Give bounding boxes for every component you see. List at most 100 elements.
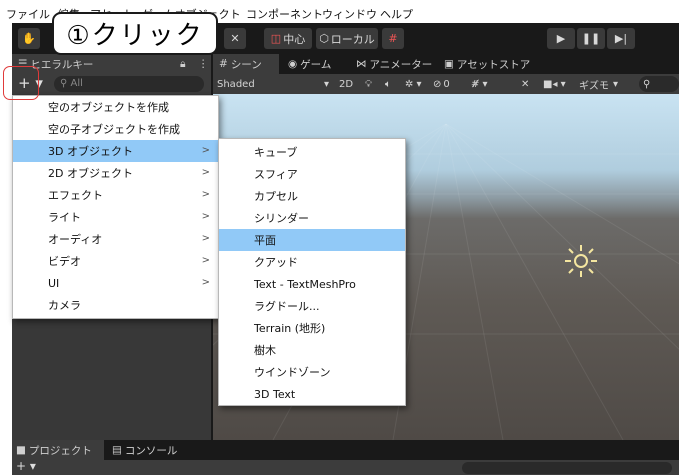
submenu-item-label: 樹木 (254, 344, 276, 357)
more-icon: ⋮ (198, 58, 209, 70)
tab-asset-store[interactable]: ▣ アセットストア (440, 54, 540, 74)
submenu-item-3d-text[interactable]: 3D Text (219, 383, 405, 405)
camera-dropdown[interactable]: ■◂ ▾ (543, 76, 573, 92)
menu-item-ui[interactable]: UI > (13, 272, 218, 294)
menu-item-label: UI (48, 276, 60, 290)
submenu-item-windzone[interactable]: ウインドゾーン (219, 361, 405, 383)
2d-toggle[interactable]: 2D (339, 76, 361, 92)
pivot-local-label: ローカル (330, 32, 375, 46)
submenu-item-ragdoll[interactable]: ラグドール... (219, 295, 405, 317)
tab-game-label: ゲーム (300, 58, 332, 71)
submenu-item-label: 3D Text (254, 387, 296, 401)
gizmos-dropdown[interactable]: ギズモ ▾ (579, 76, 631, 92)
hidden-objects-toggle[interactable]: ⊘ 0 (433, 76, 469, 92)
menu-window[interactable]: ウィンドウ (322, 6, 377, 22)
menu-item-label: ビデオ (48, 255, 81, 268)
tab-animator[interactable]: ⋈ アニメーター (352, 54, 436, 74)
scene-icon: # (219, 58, 228, 70)
directional-light-icon[interactable] (563, 243, 599, 279)
pivot-icon: ◫ (270, 32, 282, 45)
submenu-item-cube[interactable]: キューブ (219, 141, 405, 163)
play-button[interactable]: ▶ (547, 28, 575, 49)
submenu-arrow-icon: > (201, 233, 210, 244)
console-icon: ▤ (112, 444, 122, 456)
highlight-box (3, 66, 39, 100)
tab-console[interactable]: ▤ コンソール (108, 440, 188, 460)
submenu-item-quad[interactable]: クアッド (219, 251, 405, 273)
submenu-item-label: クアッド (254, 256, 298, 269)
tools-icon: ✕ (521, 78, 530, 90)
menu-item-create-empty-child[interactable]: 空の子オブジェクトを作成 (13, 118, 218, 140)
menu-file[interactable]: ファイル (6, 6, 50, 22)
menu-item-label: ライト (48, 211, 81, 224)
menu-help[interactable]: ヘルプ (380, 6, 413, 22)
submenu-item-label: カプセル (254, 190, 298, 203)
scene-toolbar: Shaded ▾ 2D 💡︎ 🔈︎ ✲ ▾ ⊘ 0 #̸ ▾ ✕ ■◂ ▾ ギズ… (213, 74, 679, 94)
menu-item-3d-object[interactable]: 3D オブジェクト > (13, 140, 218, 162)
grid-snap-icon: # (388, 32, 398, 45)
menu-item-label: カメラ (48, 299, 81, 312)
lighting-toggle[interactable]: 💡︎ (365, 76, 379, 92)
folder-icon: ■ (16, 444, 26, 456)
speaker-icon: 🔈︎ (385, 78, 391, 90)
tab-scene[interactable]: # シーン (213, 54, 279, 74)
submenu-item-tree[interactable]: 樹木 (219, 339, 405, 361)
pause-button[interactable]: ❚❚ (577, 28, 605, 49)
tools-toggle[interactable]: ✕ (521, 76, 537, 92)
bottom-tab-row: ■ プロジェクト ▤ コンソール (12, 440, 679, 460)
light-bulb-icon: 💡︎ (365, 78, 372, 90)
menu-item-effects[interactable]: エフェクト > (13, 184, 218, 206)
submenu-item-sphere[interactable]: スフィア (219, 163, 405, 185)
pivot-center-button[interactable]: ◫ 中心 (264, 28, 312, 49)
tab-hierarchy[interactable]: ☰ ヒエラルキー 🔒︎ ⋮ (12, 54, 211, 74)
submenu-item-label: ラグドール... (254, 300, 320, 313)
submenu-item-label: スフィア (254, 168, 298, 181)
instruction-callout: ①クリック (52, 12, 218, 55)
step-icon: ▶| (614, 32, 628, 45)
menu-item-video[interactable]: ビデオ > (13, 250, 218, 272)
effects-dropdown[interactable]: ✲ ▾ (405, 76, 427, 92)
menu-component[interactable]: コンポーネント (246, 6, 323, 22)
menu-item-label: エフェクト (48, 189, 103, 202)
submenu-item-capsule[interactable]: カプセル (219, 185, 405, 207)
project-create-button[interactable]: + ▾ (16, 459, 36, 473)
play-icon: ▶ (556, 32, 566, 45)
hierarchy-search-input[interactable]: ⚲ All (54, 76, 204, 92)
pause-icon: ❚❚ (581, 32, 601, 45)
effects-icon: ✲ ▾ (405, 78, 422, 90)
scene-search-input[interactable]: ⚲ (639, 76, 679, 92)
store-icon: ▣ (444, 58, 454, 70)
submenu-item-cylinder[interactable]: シリンダー (219, 207, 405, 229)
submenu-item-label: Text - TextMeshPro (254, 277, 356, 291)
menu-item-camera[interactable]: カメラ (13, 294, 218, 316)
audio-toggle[interactable]: 🔈︎ (385, 76, 399, 92)
tab-asset-store-label: アセットストア (456, 58, 531, 71)
cube-icon: ⬡ (319, 32, 329, 45)
hidden-count: 0 (443, 78, 450, 90)
gizmos-label: ギズモ (579, 80, 609, 92)
menu-item-create-empty[interactable]: 空のオブジェクトを作成 (13, 96, 218, 118)
submenu-arrow-icon: > (201, 211, 210, 222)
submenu-arrow-icon: > (201, 277, 210, 288)
snap-button[interactable]: # (382, 28, 404, 49)
tab-game[interactable]: ◉ ゲーム (284, 54, 348, 74)
submenu-item-label: ウインドゾーン (254, 366, 331, 379)
create-context-menu: 空のオブジェクトを作成 空の子オブジェクトを作成 3D オブジェクト > 2D オ… (12, 95, 219, 319)
submenu-item-terrain[interactable]: Terrain (地形) (219, 317, 405, 339)
submenu-item-plane[interactable]: 平面 (219, 229, 405, 251)
tab-animator-label: アニメーター (369, 58, 433, 71)
pivot-local-button[interactable]: ⬡ ローカル (316, 28, 378, 49)
hand-tool-button[interactable]: ✋ (18, 28, 40, 49)
tab-project[interactable]: ■ プロジェクト (12, 440, 104, 460)
shading-mode-dropdown[interactable]: Shaded ▾ (217, 76, 333, 92)
transform-tool-button[interactable]: ✕ (224, 28, 246, 49)
game-icon: ◉ (288, 58, 298, 70)
step-button[interactable]: ▶| (607, 28, 635, 49)
menu-item-audio[interactable]: オーディオ > (13, 228, 218, 250)
grid-toggle[interactable]: #̸ ▾ (471, 76, 499, 92)
submenu-item-textmeshpro[interactable]: Text - TextMeshPro (219, 273, 405, 295)
project-search-input[interactable] (462, 462, 672, 474)
menu-item-light[interactable]: ライト > (13, 206, 218, 228)
menu-item-2d-object[interactable]: 2D オブジェクト > (13, 162, 218, 184)
tab-console-label: コンソール (124, 444, 178, 457)
